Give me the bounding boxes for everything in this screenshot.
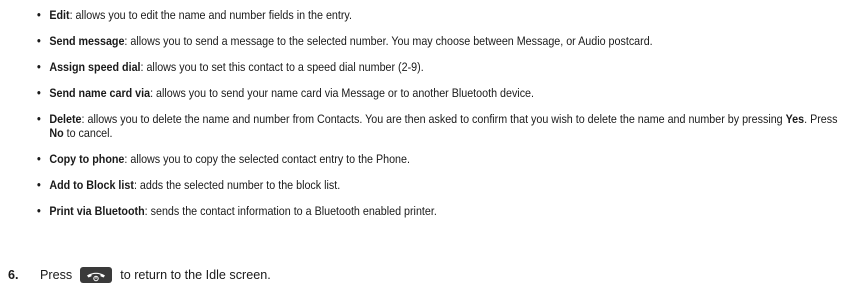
step-text-before: Press — [40, 268, 73, 282]
no-keyword: No — [49, 126, 64, 140]
option-description: : allows you to delete the name and numb… — [81, 112, 786, 126]
option-description: : allows you to send a message to the se… — [124, 34, 653, 48]
bullet-icon: • — [37, 60, 41, 74]
option-description: : sends the contact information to a Blu… — [144, 204, 437, 218]
option-description: : allows you to edit the name and number… — [69, 8, 352, 22]
bullet-icon: • — [37, 112, 41, 126]
bullet-icon: • — [37, 34, 41, 48]
option-term: Send message — [49, 34, 125, 48]
list-item-copy-to-phone: • Copy to phone: allows you to copy the … — [37, 152, 846, 166]
option-term: Edit — [49, 8, 70, 22]
list-item-print-via-bluetooth: • Print via Bluetooth: sends the contact… — [37, 204, 846, 218]
option-description: : adds the selected number to the block … — [133, 178, 341, 192]
option-description: to cancel. — [63, 126, 113, 140]
list-item-send-message: • Send message: allows you to send a mes… — [37, 34, 846, 48]
bullet-icon: • — [37, 204, 41, 218]
list-item-assign-speed-dial: • Assign speed dial: allows you to set t… — [37, 60, 846, 74]
option-term: Add to Block list — [49, 178, 134, 192]
bullet-icon: • — [37, 178, 41, 192]
bullet-icon: • — [37, 86, 41, 100]
list-item-edit: • Edit: allows you to edit the name and … — [37, 8, 846, 22]
option-term: Print via Bluetooth — [49, 204, 145, 218]
step-6: 6. Press to return to the Idle screen. — [8, 267, 271, 283]
option-description: : allows you to set this contact to a sp… — [140, 60, 424, 74]
step-number: 6. — [8, 268, 19, 282]
bullet-icon: • — [37, 152, 41, 166]
list-item-delete: • Delete: allows you to delete the name … — [37, 112, 846, 140]
option-description: : allows you to copy the selected contac… — [124, 152, 410, 166]
option-term: Copy to phone — [49, 152, 125, 166]
step-text-after: to return to the Idle screen. — [120, 268, 271, 282]
contact-options-list: • Edit: allows you to edit the name and … — [37, 8, 837, 230]
option-description: . Press — [804, 112, 838, 126]
option-description: : allows you to send your name card via … — [150, 86, 535, 100]
list-item-add-to-block-list: • Add to Block list: adds the selected n… — [37, 178, 846, 192]
end-call-key-icon — [80, 267, 113, 283]
option-term: Delete — [49, 112, 82, 126]
option-term: Assign speed dial — [49, 60, 141, 74]
option-term: Send name card via — [49, 86, 151, 100]
list-item-send-name-card: • Send name card via: allows you to send… — [37, 86, 846, 100]
yes-keyword: Yes — [785, 112, 805, 126]
bullet-icon: • — [37, 8, 41, 22]
